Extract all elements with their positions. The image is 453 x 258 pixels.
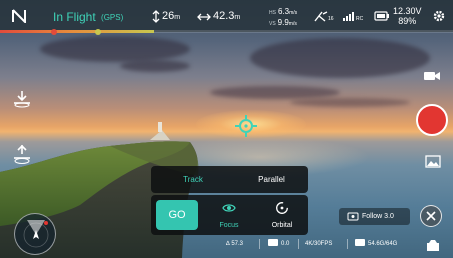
battery-readout: 12.30V 89% <box>393 6 422 26</box>
landing-icon[interactable] <box>11 143 33 167</box>
progress-marker-current <box>95 29 101 35</box>
rc-label: RC <box>356 16 364 22</box>
follow-button-label: Follow 3.0 <box>362 213 394 220</box>
go-button[interactable]: GO <box>156 200 198 230</box>
video-camera-icon[interactable] <box>423 70 441 82</box>
settings-gear-icon[interactable] <box>432 9 446 23</box>
distance-icon <box>197 13 211 21</box>
camera-info-bar: ∆ 57.3 0.0 4K/30FPS 54.6G/64G <box>223 237 413 252</box>
follow-mode-options: GO Focus Orbital <box>151 195 308 235</box>
video-format: 4K/30FPS <box>305 241 333 247</box>
exposure-icon <box>268 238 278 246</box>
altitude-icon <box>152 10 160 23</box>
follow-target-icon <box>347 212 359 221</box>
gallery-icon[interactable] <box>425 155 441 168</box>
flight-mode: In Flight (GPS) <box>53 10 123 24</box>
progress-marker-start <box>51 29 57 35</box>
takeoff-icon[interactable] <box>11 88 33 110</box>
route-logo-icon[interactable] <box>11 9 27 23</box>
follow-button[interactable]: Follow 3.0 <box>339 208 410 225</box>
divider <box>259 239 260 249</box>
flight-progress-bar <box>0 30 453 33</box>
tab-track[interactable]: Track <box>151 166 235 193</box>
divider <box>347 239 348 249</box>
exposure-value: 0.0 <box>268 238 289 250</box>
battery-icon <box>374 11 389 21</box>
status-bar: In Flight (GPS) 26m 42.3m HS 6.3m/s VS 9.9… <box>0 0 453 35</box>
divider <box>298 239 299 249</box>
altitude-readout: 26m <box>162 10 181 22</box>
gimbal-angle: ∆ 57.3 <box>226 241 244 247</box>
crosshair-icon[interactable] <box>235 115 257 137</box>
cloud-storage-icon[interactable] <box>426 240 440 252</box>
speed-readout: HS 6.3m/s VS 9.9m/s <box>269 7 298 27</box>
close-icon <box>426 211 436 221</box>
follow-mode-tabs: Track Parallel <box>151 166 308 193</box>
microsd-icon <box>355 238 365 246</box>
orbit-icon <box>276 202 288 214</box>
flight-mode-label: In Flight <box>53 10 96 24</box>
close-button[interactable] <box>420 205 442 227</box>
option-focus-label: Focus <box>219 222 239 229</box>
record-button[interactable] <box>416 104 448 136</box>
rc-signal-icon <box>343 12 354 21</box>
flight-progress-fill <box>0 30 155 33</box>
option-orbital-label: Orbital <box>271 222 293 229</box>
compass-radar[interactable] <box>14 213 56 255</box>
satellite-count: 16 <box>328 16 334 22</box>
distance-readout: 42.3m <box>213 10 241 22</box>
tab-parallel[interactable]: Parallel <box>235 166 308 193</box>
storage-info: 54.6G/64G <box>355 238 397 250</box>
eye-icon <box>222 204 236 212</box>
option-focus[interactable]: Focus <box>203 195 255 235</box>
gps-tag: (GPS) <box>101 13 124 22</box>
compass-radar-icon <box>23 220 49 248</box>
option-orbital[interactable]: Orbital <box>256 195 308 235</box>
